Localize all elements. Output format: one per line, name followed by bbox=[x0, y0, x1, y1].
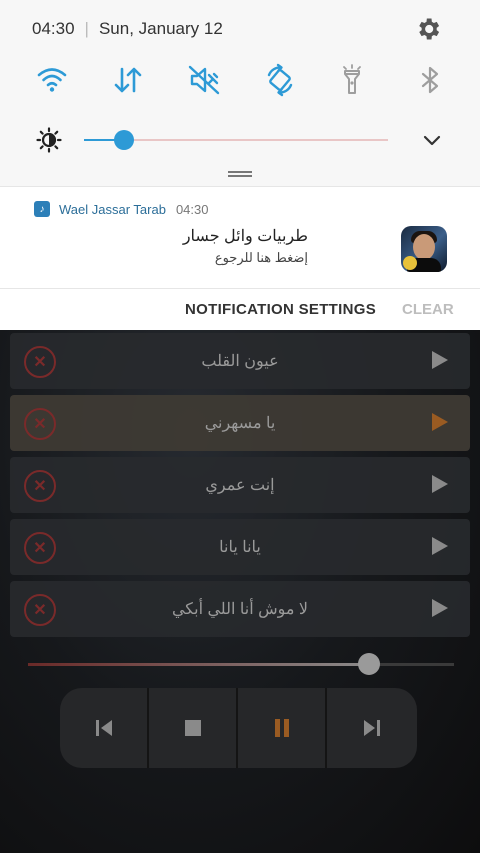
track-title: إنت عمري bbox=[205, 477, 275, 494]
quick-toggles bbox=[0, 60, 480, 102]
remove-icon[interactable]: ✕ bbox=[24, 470, 56, 502]
play-icon[interactable] bbox=[432, 351, 448, 369]
play-icon[interactable] bbox=[432, 599, 448, 617]
auto-rotate-icon bbox=[267, 63, 293, 97]
track-title: لا موش أنا اللي أبكي bbox=[171, 601, 309, 618]
date: Sun, January 12 bbox=[98, 19, 223, 38]
quick-panel: 04:30 | Sun, January 12 bbox=[0, 0, 480, 186]
brightness-icon bbox=[36, 127, 62, 153]
next-button[interactable] bbox=[327, 688, 416, 768]
play-icon[interactable] bbox=[432, 413, 448, 431]
previous-button[interactable] bbox=[60, 688, 149, 768]
track-title: يا مسهرني bbox=[204, 415, 276, 432]
settings-gear-icon[interactable] bbox=[414, 15, 442, 43]
notification-settings-button[interactable]: NOTIFICATION SETTINGS bbox=[185, 301, 376, 318]
stop-icon bbox=[184, 720, 201, 736]
track-row[interactable]: ✕ يا مسهرني bbox=[10, 395, 470, 451]
sound-toggle[interactable] bbox=[184, 60, 224, 100]
mobile-data-icon bbox=[114, 67, 142, 93]
notification-title: طربيات وائل جسار bbox=[182, 228, 308, 245]
stop-button[interactable] bbox=[149, 688, 238, 768]
bluetooth-toggle[interactable] bbox=[410, 60, 450, 100]
flashlight-icon bbox=[343, 64, 361, 94]
wifi-toggle[interactable] bbox=[32, 60, 72, 100]
track-row[interactable]: ✕ عيون القلب bbox=[10, 333, 470, 389]
notification-time: 04:30 bbox=[175, 201, 209, 217]
separator: | bbox=[84, 19, 89, 38]
chevron-down-icon[interactable] bbox=[420, 128, 444, 152]
flashlight-toggle[interactable] bbox=[332, 60, 372, 100]
playback-controls bbox=[60, 688, 417, 768]
play-icon[interactable] bbox=[432, 537, 448, 555]
remove-icon[interactable]: ✕ bbox=[24, 346, 56, 378]
avatar-face bbox=[413, 234, 435, 260]
track-row[interactable]: ✕ يانا يانا bbox=[10, 519, 470, 575]
seek-bar-fill bbox=[28, 663, 369, 666]
track-title: يانا يانا bbox=[219, 539, 261, 556]
divider bbox=[0, 288, 480, 289]
track-row[interactable]: ✕ إنت عمري bbox=[10, 457, 470, 513]
skip-next-icon bbox=[363, 720, 380, 736]
remove-icon[interactable]: ✕ bbox=[24, 532, 56, 564]
drag-handle[interactable] bbox=[228, 171, 252, 177]
pause-button[interactable] bbox=[238, 688, 327, 768]
notification-header: ♪ Wael Jassar Tarab 04:30 bbox=[34, 201, 208, 217]
seek-bar-thumb[interactable] bbox=[357, 653, 380, 675]
artist-avatar bbox=[401, 226, 447, 272]
notification-subtitle: إضغط هنا للرجوع bbox=[214, 250, 308, 265]
status-row: 04:30 | Sun, January 12 bbox=[32, 19, 223, 39]
music-note-icon: ♪ bbox=[34, 201, 50, 217]
bluetooth-icon bbox=[421, 66, 439, 94]
wifi-icon bbox=[37, 68, 67, 92]
remove-icon[interactable]: ✕ bbox=[24, 408, 56, 440]
track-row[interactable]: ✕ لا موش أنا اللي أبكي bbox=[10, 581, 470, 637]
seek-bar[interactable] bbox=[28, 653, 454, 675]
avatar-badge bbox=[403, 256, 417, 270]
remove-icon[interactable]: ✕ bbox=[24, 594, 56, 626]
app-name: Wael Jassar Tarab bbox=[59, 201, 166, 217]
clock: 04:30 bbox=[32, 19, 75, 38]
skip-previous-icon bbox=[95, 720, 112, 736]
pause-icon bbox=[274, 719, 289, 737]
play-icon[interactable] bbox=[432, 475, 448, 493]
rotate-toggle[interactable] bbox=[260, 60, 300, 100]
brightness-slider-thumb[interactable] bbox=[113, 130, 134, 150]
brightness-slider[interactable] bbox=[84, 130, 388, 150]
mute-icon bbox=[188, 65, 220, 95]
clear-button[interactable]: CLEAR bbox=[402, 301, 454, 318]
track-title: عيون القلب bbox=[201, 353, 279, 370]
mobile-data-toggle[interactable] bbox=[108, 60, 148, 100]
